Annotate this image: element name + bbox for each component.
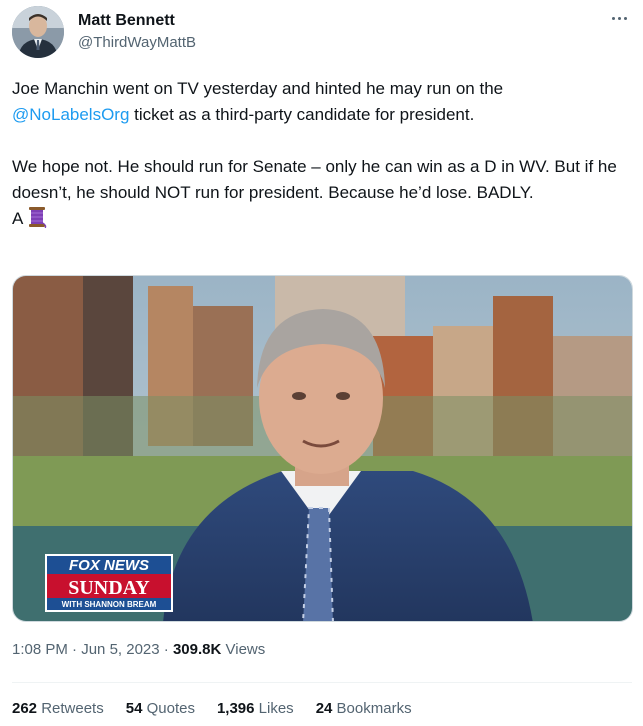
video-still: FOX NEWS SUNDAY WITH SHANNON BREAM: [13, 276, 632, 621]
thread-spool-icon: [27, 206, 47, 236]
tweet-text: Joe Manchin went on TV yesterday and hin…: [12, 76, 622, 236]
fox-news-logo-text: FOX NEWS: [69, 557, 149, 574]
likes-count: 1,396: [216, 700, 255, 717]
signoff-letter: A: [12, 209, 24, 228]
host-logo-text: WITH SHANNON BREAM: [62, 600, 157, 609]
meta-separator: ·: [67, 641, 82, 658]
bookmarks-count: 24: [315, 700, 333, 717]
more-options-icon[interactable]: [606, 8, 632, 28]
engagement-stats: 262 Retweets 54 Quotes 1,396 Likes 24 Bo…: [12, 700, 412, 717]
tweet-date[interactable]: Jun 5, 2023: [81, 641, 159, 658]
likes-stat[interactable]: 1,396 Likes: [217, 700, 294, 717]
tweet-media-image[interactable]: FOX NEWS SUNDAY WITH SHANNON BREAM: [12, 275, 633, 622]
tweet-line1-post: ticket as a third-party candidate for pr…: [129, 105, 475, 124]
tweet-meta: 1:08 PM · Jun 5, 2023 · 309.8K Views: [12, 641, 265, 658]
quotes-stat[interactable]: 54 Quotes: [126, 700, 195, 717]
divider: [12, 682, 632, 683]
tweet-time[interactable]: 1:08 PM: [12, 641, 68, 658]
bookmarks-label: Bookmarks: [332, 700, 412, 717]
bookmarks-stat[interactable]: 24 Bookmarks: [316, 700, 412, 717]
avatar-image: [12, 6, 64, 58]
sunday-logo-text: SUNDAY: [68, 577, 150, 599]
author-name[interactable]: Matt Bennett: [78, 12, 175, 30]
tweet-line1-pre: Joe Manchin went on TV yesterday and hin…: [12, 79, 504, 98]
quotes-label: Quotes: [142, 700, 195, 717]
retweets-stat[interactable]: 262 Retweets: [12, 700, 104, 717]
tweet-header: Matt Bennett @ThirdWayMattB: [12, 6, 632, 62]
likes-label: Likes: [254, 700, 294, 717]
tweet-signoff: A: [12, 206, 622, 236]
tweet-paragraph-2: We hope not. He should run for Senate – …: [12, 157, 617, 202]
quotes-count: 54: [125, 700, 143, 717]
mention-link[interactable]: @NoLabelsOrg: [12, 105, 129, 124]
author-handle[interactable]: @ThirdWayMattB: [78, 34, 196, 51]
retweets-label: Retweets: [37, 700, 104, 717]
retweets-count: 262: [12, 700, 38, 717]
tweet-paragraph-1: Joe Manchin went on TV yesterday and hin…: [12, 76, 622, 128]
views-count: 309.8K: [172, 641, 222, 658]
views-label: Views: [221, 641, 266, 658]
avatar[interactable]: [12, 6, 64, 58]
meta-separator: ·: [159, 641, 173, 658]
